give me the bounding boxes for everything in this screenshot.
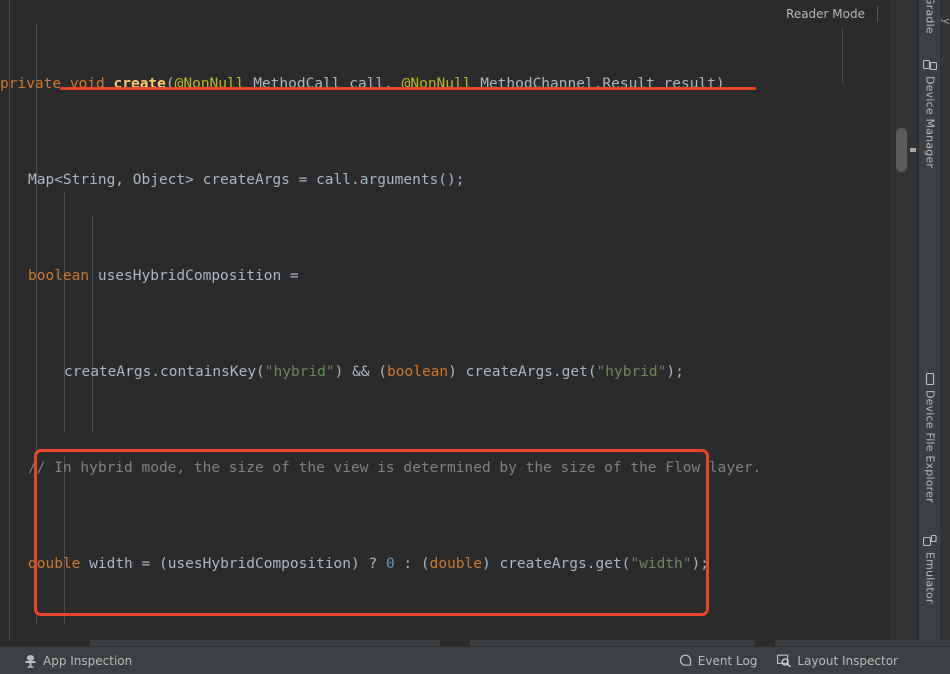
android-studio-window: private void create(@NonNull MethodCall … bbox=[0, 0, 950, 674]
bottom-bar-right-group: Event Log Layout Inspector bbox=[669, 647, 950, 674]
bottom-button-event-log[interactable]: Event Log bbox=[669, 647, 768, 674]
code-line-comment[interactable]: // In hybrid mode, the size of the view … bbox=[0, 456, 761, 480]
code-text[interactable]: private void create(@NonNull MethodCall … bbox=[0, 0, 761, 646]
sliver-label: y bbox=[940, 18, 950, 25]
event-log-icon bbox=[679, 654, 692, 667]
adjacent-panel-sliver[interactable]: y bbox=[940, 0, 950, 646]
bottom-button-label: Layout Inspector bbox=[797, 653, 898, 668]
marker-tick[interactable] bbox=[910, 148, 916, 152]
right-tool-window-bar[interactable]: Gradle Device Manager Device File Explor… bbox=[918, 0, 940, 646]
reader-mode-label: Reader Mode bbox=[786, 7, 865, 21]
code-line[interactable]: createArgs.containsKey("hybrid") && (boo… bbox=[0, 360, 761, 384]
bottom-button-label: App Inspection bbox=[43, 653, 133, 668]
annotation-underline bbox=[60, 87, 756, 90]
tool-window-label: Device File Explorer bbox=[923, 390, 937, 503]
tool-window-device-manager[interactable]: Device Manager bbox=[919, 58, 941, 168]
code-line[interactable]: Map<String, Object> createArgs = call.ar… bbox=[0, 168, 761, 192]
editor-scrollbar[interactable] bbox=[890, 0, 918, 646]
bottom-tool-bar[interactable]: App Inspection Event Log Layout Inspecto… bbox=[0, 646, 950, 674]
bottom-button-label: Event Log bbox=[697, 653, 758, 668]
device-file-explorer-icon bbox=[923, 372, 937, 386]
code-surface[interactable]: private void create(@NonNull MethodCall … bbox=[0, 0, 890, 646]
bottom-button-app-inspection[interactable]: App Inspection bbox=[14, 647, 142, 674]
device-manager-icon bbox=[922, 58, 938, 72]
app-inspection-icon bbox=[24, 654, 37, 668]
tool-window-label: Device Manager bbox=[923, 76, 937, 169]
layout-inspector-icon bbox=[777, 654, 792, 667]
bottom-button-layout-inspector[interactable]: Layout Inspector bbox=[767, 647, 908, 674]
tool-window-emulator[interactable]: Emulator bbox=[919, 534, 941, 604]
code-editor[interactable]: private void create(@NonNull MethodCall … bbox=[0, 0, 918, 646]
emulator-icon bbox=[922, 534, 937, 548]
tool-window-label: Gradle bbox=[923, 0, 937, 34]
inspection-divider bbox=[842, 28, 843, 83]
code-line[interactable]: private void create(@NonNull MethodCall … bbox=[0, 72, 761, 96]
tool-window-gradle[interactable]: Gradle bbox=[919, 0, 941, 34]
code-line[interactable]: boolean usesHybridComposition = bbox=[0, 264, 761, 288]
tool-window-device-file-explorer[interactable]: Device File Explorer bbox=[919, 372, 941, 503]
scrollbar-thumb[interactable] bbox=[896, 128, 907, 172]
tool-window-label: Emulator bbox=[923, 552, 937, 604]
code-line[interactable]: double width = (usesHybridComposition) ?… bbox=[0, 552, 761, 576]
